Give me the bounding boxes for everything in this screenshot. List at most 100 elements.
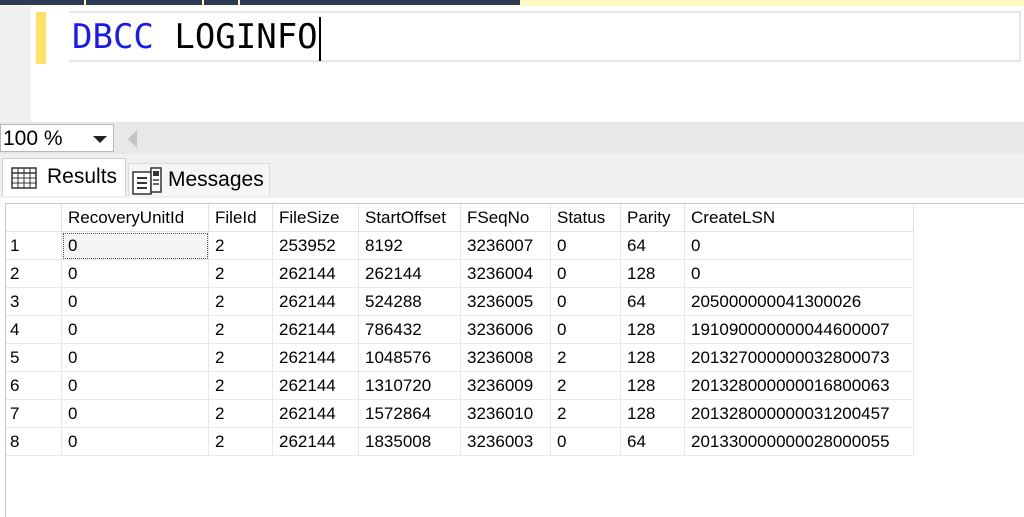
cell-parity[interactable]: 128 — [620, 315, 685, 344]
results-grid[interactable]: RecoveryUnitId FileId FileSize StartOffs… — [6, 204, 914, 456]
cell-parity[interactable]: 128 — [620, 399, 685, 428]
cell-filesize[interactable]: 262144 — [272, 371, 359, 400]
cell-fseqno[interactable]: 3236007 — [460, 231, 551, 260]
cell-status[interactable]: 0 — [550, 259, 621, 288]
column-header-startoffset[interactable]: StartOffset — [358, 204, 461, 232]
row-number[interactable]: 5 — [6, 343, 62, 372]
row-number[interactable]: 2 — [6, 259, 62, 288]
cell-createlsn[interactable]: 191090000000044600007 — [684, 315, 914, 344]
tab-results[interactable]: Results — [2, 158, 126, 196]
cell-parity[interactable]: 64 — [620, 231, 685, 260]
cell-recoveryunitid[interactable]: 0 — [61, 371, 209, 400]
cell-recoveryunitid[interactable]: 0 — [61, 427, 209, 456]
cell-fileid[interactable]: 2 — [208, 231, 273, 260]
table-row[interactable]: 6 0 2 262144 1310720 3236009 2 128 2013280000000… — [6, 371, 914, 400]
cell-recoveryunitid[interactable]: 0 — [61, 315, 209, 344]
cell-fseqno[interactable]: 3236005 — [460, 287, 551, 316]
cell-filesize[interactable]: 262144 — [272, 427, 359, 456]
column-header-fileid[interactable]: FileId — [208, 204, 273, 232]
row-number-header[interactable] — [6, 204, 62, 232]
row-number[interactable]: 1 — [6, 231, 62, 260]
cell-filesize[interactable]: 262144 — [272, 259, 359, 288]
cell-status[interactable]: 2 — [550, 399, 621, 428]
query-editor[interactable]: DBCC LOGINFO — [0, 6, 1024, 122]
cell-filesize[interactable]: 253952 — [272, 231, 359, 260]
cell-recoveryunitid[interactable]: 0 — [61, 343, 209, 372]
cell-recoveryunitid[interactable]: 0 — [61, 231, 209, 260]
cell-status[interactable]: 2 — [550, 371, 621, 400]
change-marker — [36, 12, 46, 64]
row-number[interactable]: 4 — [6, 315, 62, 344]
cell-fseqno[interactable]: 3236010 — [460, 399, 551, 428]
cell-startoffset[interactable]: 1310720 — [358, 371, 461, 400]
cell-fseqno[interactable]: 3236004 — [460, 259, 551, 288]
cell-startoffset[interactable]: 1572864 — [358, 399, 461, 428]
cell-fileid[interactable]: 2 — [208, 259, 273, 288]
cell-createlsn[interactable]: 201328000000016800063 — [684, 371, 914, 400]
cell-startoffset[interactable]: 1835008 — [358, 427, 461, 456]
table-row[interactable]: 4 0 2 262144 786432 3236006 0 128 19109000000004… — [6, 315, 914, 344]
cell-createlsn[interactable]: 201327000000032800073 — [684, 343, 914, 372]
cell-fseqno[interactable]: 3236009 — [460, 371, 551, 400]
cell-status[interactable]: 2 — [550, 343, 621, 372]
cell-parity[interactable]: 64 — [620, 427, 685, 456]
cell-fileid[interactable]: 2 — [208, 343, 273, 372]
cell-startoffset[interactable]: 786432 — [358, 315, 461, 344]
table-row[interactable]: 5 0 2 262144 1048576 3236008 2 128 2013270000000… — [6, 343, 914, 372]
zoom-dropdown[interactable]: 100 % — [0, 124, 114, 152]
cell-filesize[interactable]: 262144 — [272, 315, 359, 344]
column-header-recoveryunitid[interactable]: RecoveryUnitId — [61, 204, 209, 232]
cell-createlsn[interactable]: 0 — [684, 231, 914, 260]
cell-startoffset[interactable]: 524288 — [358, 287, 461, 316]
cell-startoffset[interactable]: 262144 — [358, 259, 461, 288]
cell-parity[interactable]: 64 — [620, 287, 685, 316]
cell-parity[interactable]: 128 — [620, 371, 685, 400]
cell-filesize[interactable]: 262144 — [272, 343, 359, 372]
cell-createlsn[interactable]: 201330000000028000055 — [684, 427, 914, 456]
cell-status[interactable]: 0 — [550, 315, 621, 344]
chevron-down-icon[interactable] — [93, 136, 107, 143]
cell-filesize[interactable]: 262144 — [272, 399, 359, 428]
cell-recoveryunitid[interactable]: 0 — [61, 259, 209, 288]
row-number[interactable]: 8 — [6, 427, 62, 456]
query-text[interactable]: DBCC LOGINFO — [72, 14, 321, 61]
cell-recoveryunitid[interactable]: 0 — [61, 399, 209, 428]
cell-fseqno[interactable]: 3236003 — [460, 427, 551, 456]
tab-strip — [0, 0, 520, 5]
cell-status[interactable]: 0 — [550, 231, 621, 260]
column-header-createlsn[interactable]: CreateLSN — [684, 204, 914, 232]
column-header-status[interactable]: Status — [550, 204, 621, 232]
cell-fseqno[interactable]: 3236006 — [460, 315, 551, 344]
column-header-filesize[interactable]: FileSize — [272, 204, 359, 232]
cell-status[interactable]: 0 — [550, 287, 621, 316]
row-number[interactable]: 6 — [6, 371, 62, 400]
cell-createlsn[interactable]: 201328000000031200457 — [684, 399, 914, 428]
cell-startoffset[interactable]: 8192 — [358, 231, 461, 260]
cell-parity[interactable]: 128 — [620, 343, 685, 372]
cell-fileid[interactable]: 2 — [208, 427, 273, 456]
cell-fileid[interactable]: 2 — [208, 287, 273, 316]
table-row[interactable]: 1 0 2 253952 8192 3236007 0 64 0 — [6, 231, 914, 260]
table-row[interactable]: 3 0 2 262144 524288 3236005 0 64 205000000041300… — [6, 287, 914, 316]
row-number[interactable]: 7 — [6, 399, 62, 428]
table-row[interactable]: 7 0 2 262144 1572864 3236010 2 128 2013280000000… — [6, 399, 914, 428]
cell-status[interactable]: 0 — [550, 427, 621, 456]
row-number[interactable]: 3 — [6, 287, 62, 316]
cell-recoveryunitid[interactable]: 0 — [61, 287, 209, 316]
cell-startoffset[interactable]: 1048576 — [358, 343, 461, 372]
table-row[interactable]: 2 0 2 262144 262144 3236004 0 128 0 — [6, 259, 914, 288]
cell-fileid[interactable]: 2 — [208, 315, 273, 344]
tab-messages[interactable]: Messages — [128, 163, 270, 196]
cell-parity[interactable]: 128 — [620, 259, 685, 288]
cell-fileid[interactable]: 2 — [208, 371, 273, 400]
cell-createlsn[interactable]: 0 — [684, 259, 914, 288]
scroll-left-icon[interactable] — [128, 130, 137, 148]
column-header-fseqno[interactable]: FSeqNo — [460, 204, 551, 232]
cell-fileid[interactable]: 2 — [208, 399, 273, 428]
cell-createlsn[interactable]: 205000000041300026 — [684, 287, 914, 316]
messages-icon — [132, 167, 162, 195]
cell-fseqno[interactable]: 3236008 — [460, 343, 551, 372]
table-row[interactable]: 8 0 2 262144 1835008 3236003 0 64 20133000000002… — [6, 427, 914, 456]
cell-filesize[interactable]: 262144 — [272, 287, 359, 316]
column-header-parity[interactable]: Parity — [620, 204, 685, 232]
